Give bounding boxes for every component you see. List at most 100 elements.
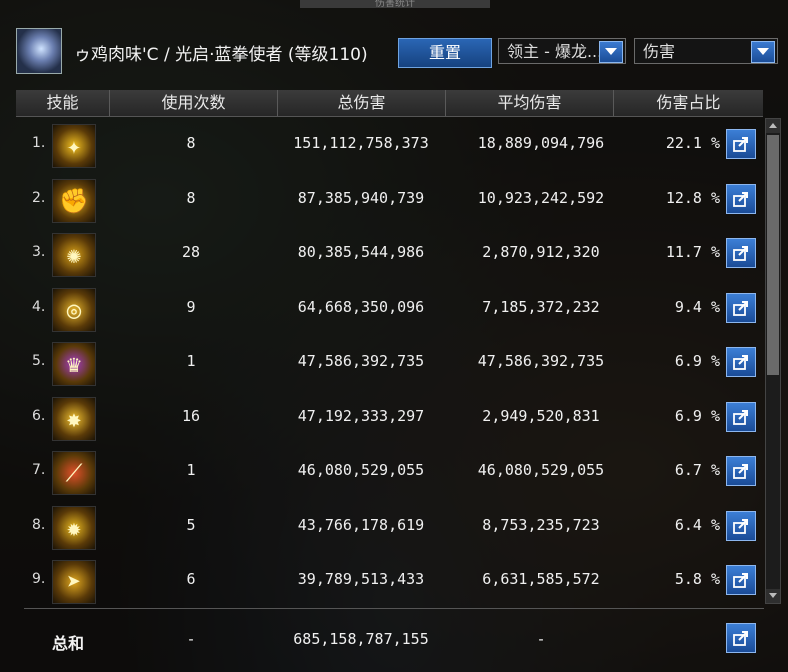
scroll-up-icon[interactable]: [766, 119, 780, 133]
metric-select-value: 伤害: [643, 42, 676, 61]
row-damage-percent: 6.7 %: [674, 461, 720, 479]
share-icon[interactable]: [726, 183, 756, 214]
row-avg-damage: 2,870,912,320: [482, 243, 600, 261]
row-total-damage: 47,586,392,735: [297, 352, 425, 370]
row-avg-damage: 10,923,242,592: [477, 188, 605, 207]
chain-punch-icon: ✹: [52, 505, 96, 550]
table-header: 技能 使用次数 总伤害 平均伤害 伤害占比: [16, 90, 763, 117]
table-row: 7. ⟋ 1 46,080,529,055 46,080,529,055 6.7…: [16, 445, 763, 499]
row-uses: 16: [181, 406, 201, 425]
boss-select-value: 领主 - 爆龙...: [507, 42, 603, 61]
row-uses: 1: [186, 461, 196, 479]
row-total-damage: 151,112,758,373: [293, 134, 429, 152]
column-header-skill[interactable]: 技能: [16, 90, 110, 116]
row-avg-damage: 8,753,235,723: [482, 515, 600, 534]
share-icon[interactable]: [726, 347, 756, 377]
row-damage-percent: 5.8 %: [674, 570, 720, 588]
lightning-claw-icon: ✦: [52, 124, 96, 168]
table-row: 2. ✊ 8 87,385,940,739 10,923,242,592 12.…: [16, 173, 763, 227]
share-icon[interactable]: [726, 623, 756, 653]
scroll-down-icon[interactable]: [766, 589, 780, 603]
row-total-damage: 47,192,333,297: [297, 406, 425, 425]
awakening-icon: ♛: [52, 342, 96, 386]
table-row: 8. ✹ 5 43,766,178,619 8,753,235,723 6.4 …: [16, 500, 763, 554]
row-damage-percent: 6.4 %: [674, 515, 720, 534]
share-icon[interactable]: [726, 510, 756, 541]
scrollbar[interactable]: [765, 118, 781, 604]
row-total-damage: 87,385,940,739: [297, 188, 425, 207]
row-avg-damage: 47,586,392,735: [477, 352, 605, 370]
row-index: 4.: [32, 298, 46, 315]
total-avg: -: [536, 630, 546, 648]
row-total-damage: 43,766,178,619: [297, 515, 425, 534]
fist-icon: ✊: [52, 178, 96, 223]
chevron-down-icon[interactable]: [599, 41, 623, 63]
row-avg-damage: 7,185,372,232: [482, 297, 600, 316]
row-damage-percent: 11.7 %: [665, 243, 720, 261]
row-index: 9.: [32, 571, 46, 587]
row-damage-percent: 9.4 %: [674, 297, 720, 316]
row-index: 1.: [32, 135, 46, 151]
row-index: 2.: [32, 189, 46, 206]
total-row: 总和 - 685,158,787,155 -: [16, 612, 763, 666]
table-row: 5. ♛ 1 47,586,392,735 47,586,392,735 6.9…: [16, 336, 763, 390]
row-avg-damage: 18,889,094,796: [477, 134, 605, 152]
row-total-damage: 80,385,544,986: [297, 243, 425, 261]
character-avatar: [16, 28, 62, 74]
spin-strike-icon: ✺: [52, 233, 96, 277]
row-damage-percent: 12.8 %: [665, 188, 720, 207]
row-avg-damage: 2,949,520,831: [482, 406, 600, 425]
row-index: 5.: [32, 353, 46, 369]
share-icon[interactable]: [726, 292, 756, 323]
column-header-percent[interactable]: 伤害占比: [614, 90, 763, 116]
row-uses: 28: [181, 243, 201, 261]
row-uses: 5: [186, 515, 196, 534]
table-row: 6. ✸ 16 47,192,333,297 2,949,520,831 6.9…: [16, 391, 763, 445]
share-icon[interactable]: [726, 238, 756, 268]
column-header-total[interactable]: 总伤害: [278, 90, 446, 116]
row-damage-percent: 22.1 %: [665, 134, 720, 152]
table-row: 4. ◎ 9 64,668,350,096 7,185,372,232 9.4 …: [16, 282, 763, 336]
row-uses: 6: [186, 570, 196, 588]
share-icon[interactable]: [726, 401, 756, 432]
character-name: ゥ鸡肉味'C / 光启·蓝拳使者 (等级110): [74, 45, 368, 65]
row-avg-damage: 46,080,529,055: [477, 461, 605, 479]
share-icon[interactable]: [726, 565, 756, 595]
row-index: 3.: [32, 244, 46, 260]
metric-select[interactable]: 伤害: [634, 38, 778, 64]
row-uses: 8: [186, 134, 196, 152]
table-row: 1. ✦ 8 151,112,758,373 18,889,094,796 22…: [16, 118, 763, 172]
reset-button[interactable]: 重置: [398, 38, 492, 68]
row-index: 7.: [32, 462, 46, 478]
share-icon[interactable]: [726, 456, 756, 486]
boss-select[interactable]: 领主 - 爆龙...: [498, 38, 626, 64]
chevron-down-icon[interactable]: [751, 41, 775, 63]
row-index: 6.: [32, 407, 46, 424]
dash-strike-icon: ➤: [52, 560, 96, 604]
damage-stats-panel: 伤害统计 ゥ鸡肉味'C / 光启·蓝拳使者 (等级110) 重置 领主 - 爆龙…: [0, 0, 788, 672]
row-damage-percent: 6.9 %: [674, 352, 720, 370]
whirlwind-icon: ◎: [52, 287, 96, 332]
column-header-uses[interactable]: 使用次数: [110, 90, 278, 116]
total-damage: 685,158,787,155: [293, 630, 429, 648]
row-index: 8.: [32, 516, 46, 533]
row-damage-percent: 6.9 %: [674, 406, 720, 425]
burst-icon: ✸: [52, 396, 96, 441]
share-icon[interactable]: [726, 129, 756, 159]
table-row: 9. ➤ 6 39,789,513,433 6,631,585,572 5.8 …: [16, 554, 763, 608]
row-avg-damage: 6,631,585,572: [482, 570, 600, 588]
row-uses: 8: [186, 188, 196, 207]
total-uses: -: [186, 630, 196, 648]
slash-icon: ⟋: [52, 451, 96, 495]
window-title: 伤害统计: [300, 0, 490, 8]
row-uses: 9: [186, 297, 196, 316]
table-row: 3. ✺ 28 80,385,544,986 2,870,912,320 11.…: [16, 227, 763, 281]
column-header-avg[interactable]: 平均伤害: [446, 90, 614, 116]
row-total-damage: 39,789,513,433: [297, 570, 425, 588]
row-total-damage: 64,668,350,096: [297, 297, 425, 316]
scroll-thumb[interactable]: [767, 135, 779, 375]
row-uses: 1: [186, 352, 196, 370]
row-total-damage: 46,080,529,055: [297, 461, 425, 479]
total-label: 总和: [52, 634, 85, 653]
divider: [24, 608, 764, 609]
